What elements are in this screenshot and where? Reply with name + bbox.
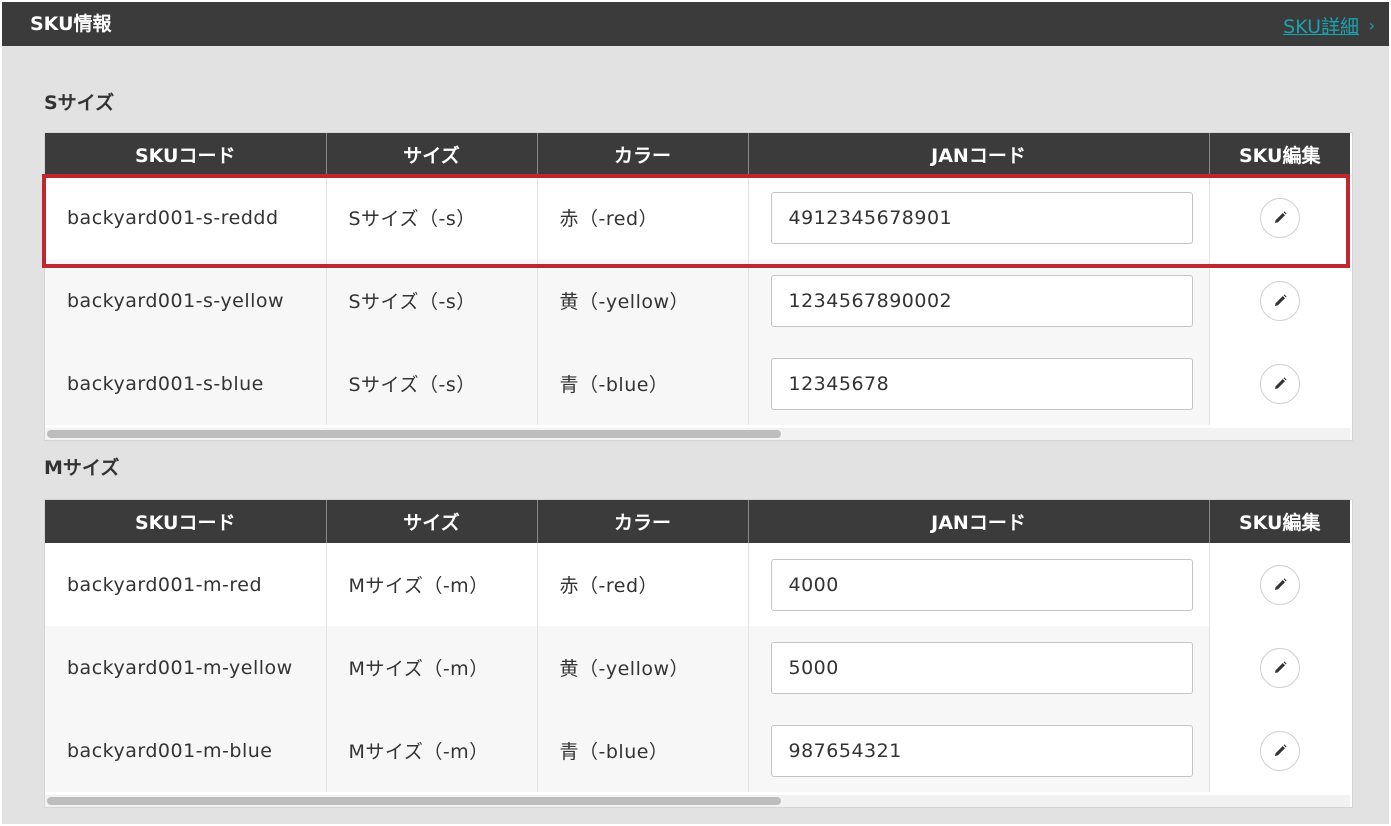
edit-cell — [1209, 543, 1350, 626]
sku-table-m: SKUコード サイズ カラー JANコード SKU編集 backyard001-… — [44, 499, 1353, 808]
col-header-color: カラー — [537, 500, 749, 543]
table-row: backyard001-s-reddd Sサイズ（-s） 赤（-red） — [45, 176, 1350, 259]
color-cell: 赤（-red） — [537, 543, 749, 626]
jan-cell — [748, 626, 1210, 709]
edit-cell — [1209, 259, 1350, 342]
sku-code-cell: backyard001-m-blue — [45, 709, 327, 792]
col-header-sku-code: SKUコード — [45, 133, 327, 176]
jan-cell — [748, 259, 1210, 342]
pencil-icon — [1274, 293, 1287, 306]
sku-table: SKUコード サイズ カラー JANコード SKU編集 backyard001-… — [45, 500, 1350, 792]
col-header-color: カラー — [537, 133, 749, 176]
sku-code-cell: backyard001-m-red — [45, 543, 327, 626]
table-row: backyard001-m-blue Mサイズ（-m） 青（-blue） — [45, 709, 1350, 792]
horizontal-scrollbar[interactable] — [45, 795, 1350, 807]
size-cell: Sサイズ（-s） — [326, 176, 538, 259]
pencil-icon — [1274, 743, 1287, 756]
sku-table-s: SKUコード サイズ カラー JANコード SKU編集 backyard001-… — [44, 132, 1353, 441]
col-header-size: サイズ — [326, 500, 538, 543]
size-cell: Mサイズ（-m） — [326, 543, 538, 626]
edit-cell — [1209, 176, 1350, 259]
table-header-row: SKUコード サイズ カラー JANコード SKU編集 — [45, 500, 1350, 543]
size-cell: Sサイズ（-s） — [326, 342, 538, 425]
pencil-icon — [1274, 210, 1287, 223]
table-row: backyard001-s-yellow Sサイズ（-s） 黄（-yellow） — [45, 259, 1350, 342]
sku-edit-button[interactable] — [1259, 280, 1300, 321]
jan-code-input[interactable] — [770, 274, 1193, 327]
jan-cell — [748, 709, 1210, 792]
col-header-jan-code: JANコード — [748, 500, 1210, 543]
jan-code-input[interactable] — [770, 558, 1193, 611]
table-row: backyard001-s-blue Sサイズ（-s） 青（-blue） — [45, 342, 1350, 425]
pencil-icon — [1274, 376, 1287, 389]
scrollbar-thumb[interactable] — [47, 797, 781, 805]
sku-edit-button[interactable] — [1259, 647, 1300, 688]
scrollbar-thumb[interactable] — [47, 430, 781, 438]
chevron-right-icon[interactable]: › — [1369, 14, 1375, 38]
table-row: backyard001-m-yellow Mサイズ（-m） 黄（-yellow） — [45, 626, 1350, 709]
jan-cell — [748, 543, 1210, 626]
edit-cell — [1209, 342, 1350, 425]
pencil-icon — [1274, 660, 1287, 673]
edit-cell — [1209, 709, 1350, 792]
size-cell: Mサイズ（-m） — [326, 626, 538, 709]
col-header-sku-code: SKUコード — [45, 500, 327, 543]
sku-table: SKUコード サイズ カラー JANコード SKU編集 backyard001-… — [45, 133, 1350, 425]
jan-code-input[interactable] — [770, 357, 1193, 410]
color-cell: 黄（-yellow） — [537, 626, 749, 709]
color-cell: 青（-blue） — [537, 342, 749, 425]
color-cell: 赤（-red） — [537, 176, 749, 259]
pencil-icon — [1274, 577, 1287, 590]
jan-code-input[interactable] — [770, 641, 1193, 694]
sku-code-cell: backyard001-s-reddd — [45, 176, 327, 259]
sku-code-cell: backyard001-s-blue — [45, 342, 327, 425]
sku-edit-button[interactable] — [1259, 730, 1300, 771]
col-header-size: サイズ — [326, 133, 538, 176]
color-cell: 黄（-yellow） — [537, 259, 749, 342]
table-header-row: SKUコード サイズ カラー JANコード SKU編集 — [45, 133, 1350, 176]
size-cell: Sサイズ（-s） — [326, 259, 538, 342]
edit-cell — [1209, 626, 1350, 709]
jan-cell — [748, 176, 1210, 259]
section-title-s: Sサイズ — [44, 92, 115, 114]
sku-code-cell: backyard001-m-yellow — [45, 626, 327, 709]
col-header-sku-edit: SKU編集 — [1209, 500, 1350, 543]
sku-edit-button[interactable] — [1259, 363, 1300, 404]
table-row: backyard001-m-red Mサイズ（-m） 赤（-red） — [45, 543, 1350, 626]
col-header-jan-code: JANコード — [748, 133, 1210, 176]
color-cell: 青（-blue） — [537, 709, 749, 792]
col-header-sku-edit: SKU編集 — [1209, 133, 1350, 176]
panel-title: SKU情報 — [30, 13, 112, 35]
panel-header: SKU情報 SKU詳細 › — [2, 2, 1389, 46]
sku-edit-button[interactable] — [1259, 564, 1300, 605]
jan-cell — [748, 342, 1210, 425]
jan-code-input[interactable] — [770, 191, 1193, 244]
sku-code-cell: backyard001-s-yellow — [45, 259, 327, 342]
sku-info-panel: SKU情報 SKU詳細 › Sサイズ SKUコード サイズ カラー JANコード… — [2, 2, 1389, 824]
sku-edit-button[interactable] — [1259, 197, 1300, 238]
horizontal-scrollbar[interactable] — [45, 428, 1350, 440]
sku-detail-link[interactable]: SKU詳細 — [1283, 15, 1359, 39]
jan-code-input[interactable] — [770, 724, 1193, 777]
size-cell: Mサイズ（-m） — [326, 709, 538, 792]
section-title-m: Mサイズ — [44, 457, 120, 479]
